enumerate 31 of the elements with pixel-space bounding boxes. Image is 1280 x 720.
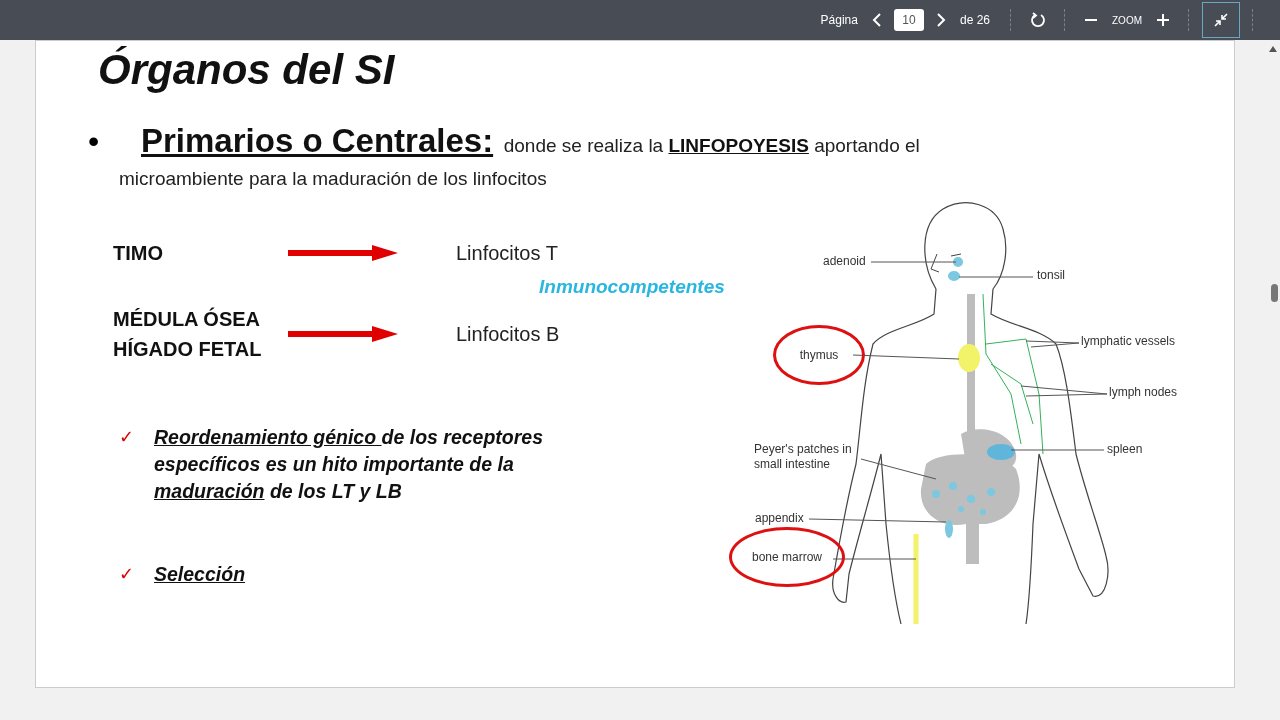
bullet-paragraph: Primarios o Centrales: donde se realiza la LINFOPOYESIS aportando el microambiente para la maduración de los linfocitos <box>119 121 920 190</box>
circled-diagram-label: bone marrow <box>729 527 845 587</box>
check-paragraph: Reordenamiento génico de los receptores específicos es un hito importante de la maduración de los LT y LB <box>154 425 544 504</box>
scroll-up-icon[interactable] <box>1269 46 1277 52</box>
collapse-icon <box>1214 13 1228 27</box>
page-label: Página <box>820 13 858 27</box>
scrollbar-thumb[interactable] <box>1271 284 1278 302</box>
annotation-text: Inmunocompetentes <box>539 276 725 297</box>
check-paragraph: Selección <box>154 562 246 587</box>
collapse-button[interactable] <box>1202 2 1240 38</box>
circled-diagram-label: thymus <box>773 325 865 385</box>
arrow-icon <box>288 245 398 261</box>
slide-title: Órganos del SI <box>98 45 396 95</box>
check-mark: ✓ <box>119 426 135 449</box>
diagram-label: Peyer's patches in small intestine <box>754 442 852 472</box>
diagram-label: tonsil <box>1037 268 1065 283</box>
organ-name: TIMO <box>113 241 164 266</box>
page-total: de 26 <box>959 13 990 27</box>
check-mark: ✓ <box>119 563 135 586</box>
bullet-marker: • <box>88 122 101 161</box>
organ-name: MÉDULA ÓSEA HÍGADO FETAL <box>113 306 263 362</box>
cell-type-label: Linfocitos B <box>456 322 560 346</box>
diagram-label: lymph nodes <box>1109 385 1178 400</box>
diagram-label: lymphatic vessels <box>1081 334 1176 349</box>
diagram-label: adenoid <box>823 254 866 269</box>
arrow-icon <box>288 326 398 342</box>
cell-type-label: Linfocitos T <box>456 241 558 265</box>
diagram-label: spleen <box>1107 442 1143 457</box>
zoom-label: ZOOM <box>1112 14 1142 26</box>
diagram-label: appendix <box>755 511 804 526</box>
page-input-field[interactable]: 10 <box>893 9 924 31</box>
